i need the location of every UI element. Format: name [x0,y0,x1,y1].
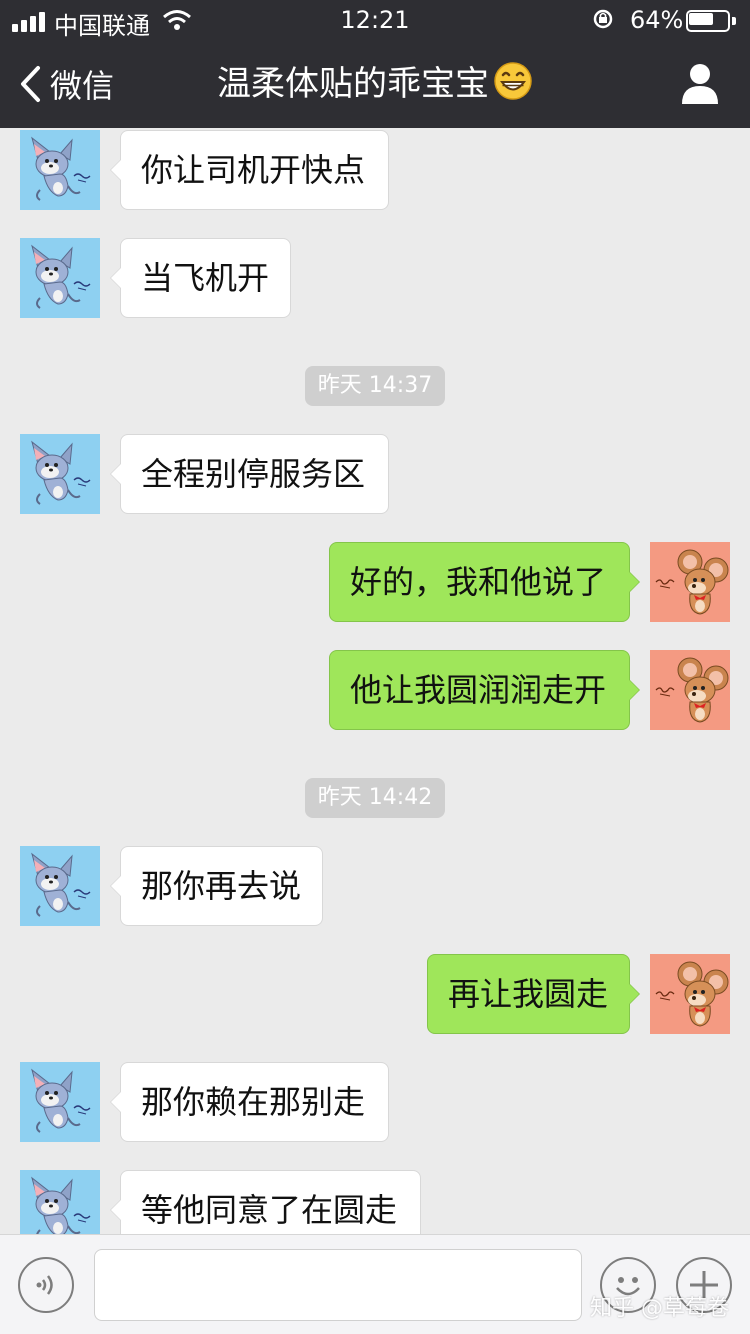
chat-message: 那你赖在那别走 [0,1062,750,1142]
jerry-mouse-avatar[interactable] [650,542,730,622]
tom-cat-avatar[interactable] [20,130,100,210]
tom-cat-avatar[interactable] [20,434,100,514]
received-message-bubble[interactable]: 等他同意了在圆走 [110,1170,421,1234]
header: 中国联通 12:21 64% 微信 温柔体贴的乖宝宝 [0,0,750,128]
voice-button[interactable] [18,1257,74,1313]
voice-icon [36,1275,53,1295]
sent-message-bubble[interactable]: 好的，我和他说了 [329,542,640,622]
tom-cat-avatar[interactable] [20,846,100,926]
tom-cat-avatar[interactable] [20,1062,100,1142]
message-input[interactable] [94,1249,582,1321]
tom-cat-avatar[interactable] [20,1170,100,1234]
timestamp: 昨天 14:42 [305,778,445,818]
status-bar: 中国联通 12:21 64% [0,0,750,40]
chat-title-text: 温柔体贴的乖宝宝 [217,64,489,104]
wechat-chat-screen: 中国联通 12:21 64% 微信 温柔体贴的乖宝宝 你让司机开快点 当飞机开 … [0,0,750,1334]
chat-message: 好的，我和他说了 [0,542,750,622]
chat-message: 你让司机开快点 [0,130,750,210]
chat-message: 那你再去说 [0,846,750,926]
battery-percent: 64% [630,6,684,34]
chat-title: 温柔体贴的乖宝宝 [0,60,750,108]
battery-icon [686,10,736,32]
received-message-bubble[interactable]: 那你赖在那别走 [110,1062,389,1142]
chat-message: 等他同意了在圆走 [0,1170,750,1234]
sent-message-bubble[interactable]: 他让我圆润润走开 [329,650,640,730]
chat-area[interactable]: 你让司机开快点 当飞机开 昨天 14:37 全程别停服务区 好的，我和他说了 他… [0,128,750,1234]
chat-message: 他让我圆润润走开 [0,650,750,730]
chat-message: 再让我圆走 [0,954,750,1034]
tom-cat-avatar[interactable] [20,238,100,318]
jerry-mouse-avatar[interactable] [650,954,730,1034]
jerry-mouse-avatar[interactable] [650,650,730,730]
rotation-lock-icon [593,9,613,29]
received-message-bubble[interactable]: 全程别停服务区 [110,434,389,514]
received-message-bubble[interactable]: 当飞机开 [110,238,291,318]
nav-bar: 微信 温柔体贴的乖宝宝 [0,40,750,128]
person-icon[interactable] [680,62,720,106]
chat-message: 全程别停服务区 [0,434,750,514]
grinning-face-emoji-icon [494,62,532,100]
received-message-bubble[interactable]: 你让司机开快点 [110,130,389,210]
timestamp: 昨天 14:37 [305,366,445,406]
chat-message: 当飞机开 [0,238,750,318]
sent-message-bubble[interactable]: 再让我圆走 [427,954,640,1034]
received-message-bubble[interactable]: 那你再去说 [110,846,323,926]
watermark: 知乎 @草莓卷 [590,1296,729,1321]
